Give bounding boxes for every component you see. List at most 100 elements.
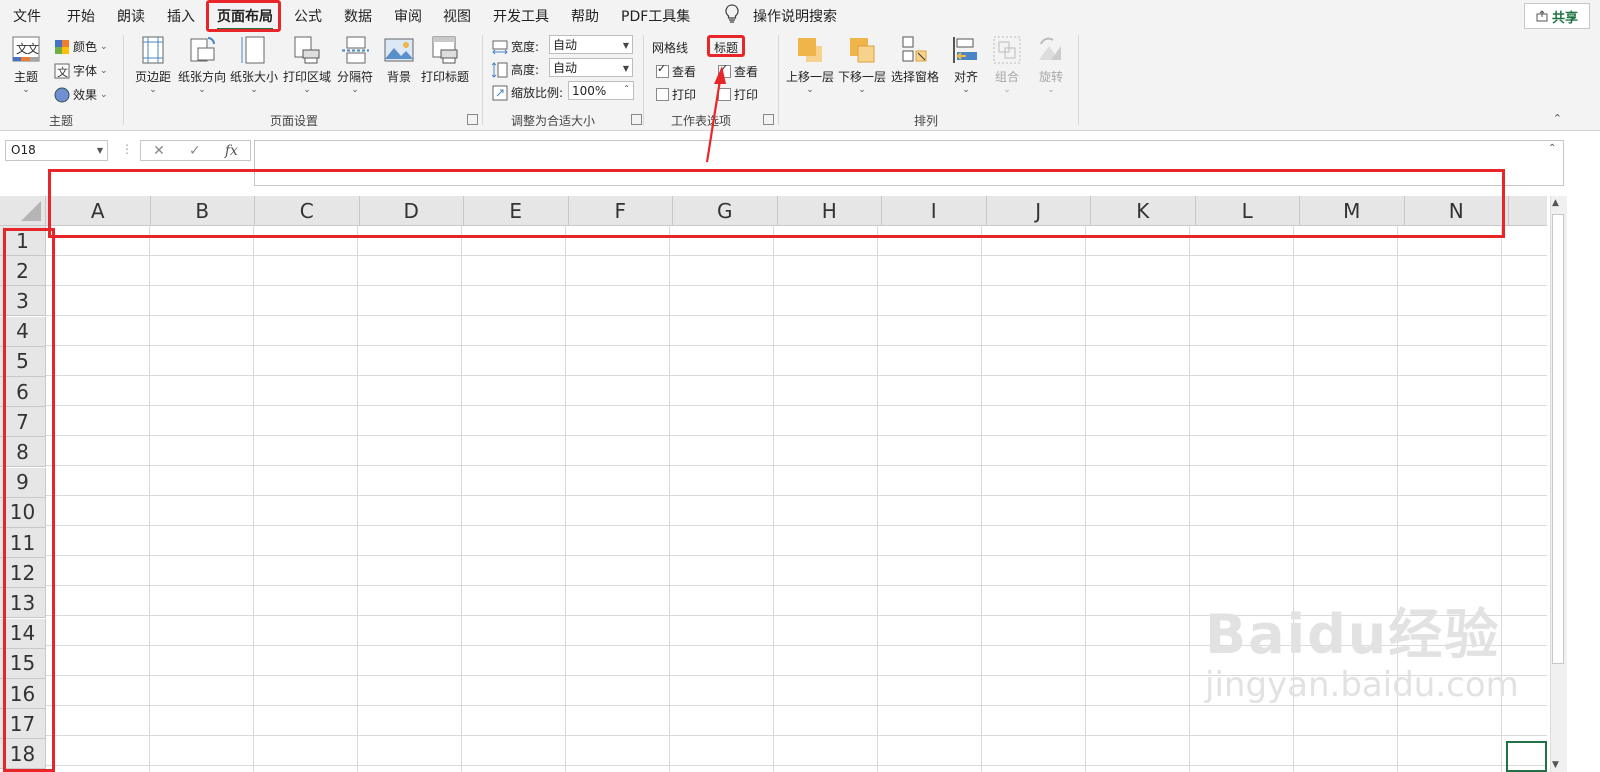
tab-read-aloud[interactable]: 朗读 <box>117 6 145 26</box>
scroll-up-icon[interactable]: ▲ <box>1552 198 1559 208</box>
colors-button[interactable]: 颜色 ⌄ <box>54 38 108 55</box>
row-header-8[interactable]: 8 <box>0 437 46 468</box>
tab-formulas[interactable]: 公式 <box>294 6 322 26</box>
bring-forward-label: 上移一层 <box>786 70 835 84</box>
send-backward-button[interactable]: 下移一层 ⌄ <box>838 34 886 95</box>
row-header-4[interactable]: 4 <box>0 316 46 347</box>
tab-pdf-tools[interactable]: PDF工具集 <box>621 6 690 26</box>
share-icon <box>1536 10 1548 22</box>
vertical-scrollbar[interactable]: ▲ ▼ <box>1547 196 1600 772</box>
row-header-5[interactable]: 5 <box>0 346 46 377</box>
scale-launcher-icon[interactable] <box>631 114 642 125</box>
tell-me-search[interactable]: 操作说明搜索 <box>753 6 837 26</box>
formula-input[interactable] <box>254 140 1564 186</box>
rotate-button[interactable]: 旋转 ⌄ <box>1035 34 1067 95</box>
row-header-2[interactable]: 2 <box>0 256 46 287</box>
selection-pane-icon <box>902 36 927 62</box>
width-select[interactable]: 自动 ▼ <box>549 35 633 54</box>
scale-spinner[interactable]: 100% ⌃ <box>568 81 634 100</box>
expand-formula-bar-icon[interactable]: ⌃ <box>1548 143 1556 154</box>
row-header-7[interactable]: 7 <box>0 407 46 438</box>
breaks-button[interactable]: 分隔符 ⌄ <box>337 34 373 95</box>
selection-pane-label: 选择窗格 <box>891 70 940 84</box>
tab-insert[interactable]: 插入 <box>167 6 195 26</box>
gridlines-heading: 网格线 <box>652 41 689 55</box>
bring-forward-icon <box>798 38 822 62</box>
size-button[interactable]: 纸张大小 ⌄ <box>230 34 278 95</box>
tab-page-layout[interactable]: 页面布局 <box>217 6 273 31</box>
orientation-button[interactable]: 纸张方向 ⌄ <box>178 34 226 95</box>
row-header-9[interactable]: 9 <box>0 467 46 498</box>
annotation-arrow-icon <box>705 66 726 163</box>
margins-button[interactable]: 页边距 ⌄ <box>135 34 171 95</box>
column-header-l[interactable]: L <box>1195 196 1300 226</box>
fonts-button[interactable]: 文 字体 ⌄ <box>54 62 108 79</box>
column-header-g[interactable]: G <box>673 196 778 226</box>
scroll-thumb[interactable] <box>1552 214 1564 664</box>
group-divider <box>123 35 124 125</box>
row-header-18[interactable]: 18 <box>0 739 46 770</box>
bring-forward-button[interactable]: 上移一层 ⌄ <box>786 34 834 95</box>
print-titles-button[interactable]: 打印标题 <box>421 34 469 85</box>
group-button[interactable]: 组合 ⌄ <box>991 34 1023 95</box>
formula-controls: ✕ ✓ fx <box>140 140 251 161</box>
column-header-a[interactable]: A <box>46 196 151 226</box>
column-header-i[interactable]: I <box>882 196 987 226</box>
row-header-12[interactable]: 12 <box>0 558 46 589</box>
scroll-down-icon[interactable]: ▼ <box>1552 760 1559 770</box>
insert-function-icon[interactable]: fx <box>225 143 238 159</box>
tab-file[interactable]: 文件 <box>13 6 41 26</box>
column-header-k[interactable]: K <box>1091 196 1196 226</box>
tab-view[interactable]: 视图 <box>443 6 471 26</box>
spin-up-icon[interactable]: ⌃ <box>623 79 630 98</box>
effects-icon <box>54 87 70 102</box>
column-header-n[interactable]: N <box>1404 196 1509 226</box>
column-header-d[interactable]: D <box>359 196 464 226</box>
print-area-button[interactable]: 打印区域 ⌄ <box>283 34 331 95</box>
themes-button[interactable]: 文文 主题 ⌄ <box>10 34 42 95</box>
column-header-c[interactable]: C <box>255 196 360 226</box>
width-text: 宽度: <box>511 40 540 54</box>
tab-developer[interactable]: 开发工具 <box>493 6 549 26</box>
column-header-overflow[interactable] <box>1509 196 1547 226</box>
column-header-e[interactable]: E <box>464 196 569 226</box>
row-header-11[interactable]: 11 <box>0 528 46 558</box>
group-divider <box>1078 35 1079 125</box>
column-header-j[interactable]: J <box>986 196 1091 226</box>
collapse-ribbon-icon[interactable]: ⌃ <box>1553 112 1562 125</box>
row-header-16[interactable]: 16 <box>0 679 46 709</box>
row-header-15[interactable]: 15 <box>0 648 46 679</box>
align-button[interactable]: 对齐 ⌄ <box>950 34 982 95</box>
width-value: 自动 <box>553 38 578 52</box>
background-button[interactable]: 背景 <box>383 34 415 85</box>
select-all-button[interactable] <box>0 196 46 226</box>
tab-home[interactable]: 开始 <box>67 6 95 26</box>
enter-icon[interactable]: ✓ <box>189 143 201 159</box>
row-header-10[interactable]: 10 <box>0 497 46 528</box>
effects-button[interactable]: 效果 ⌄ <box>54 86 108 103</box>
selection-pane-button[interactable]: 选择窗格 <box>891 34 939 85</box>
row-header-1[interactable]: 1 <box>0 226 46 256</box>
sheet-options-launcher-icon[interactable] <box>763 114 774 125</box>
row-header-14[interactable]: 14 <box>0 618 46 649</box>
column-header-b[interactable]: B <box>150 196 255 226</box>
active-cell[interactable] <box>1506 741 1547 772</box>
name-box[interactable]: O18 ▼ <box>5 140 108 161</box>
column-header-m[interactable]: M <box>1300 196 1405 226</box>
splitter-dots-icon[interactable]: ⋮ <box>121 142 133 156</box>
height-select[interactable]: 自动 ▼ <box>549 58 633 77</box>
cancel-icon[interactable]: ✕ <box>153 143 165 159</box>
tab-data[interactable]: 数据 <box>344 6 372 26</box>
share-button[interactable]: 共享 <box>1524 3 1590 29</box>
tab-help[interactable]: 帮助 <box>571 6 599 26</box>
page-setup-launcher-icon[interactable] <box>467 114 478 125</box>
row-header-13[interactable]: 13 <box>0 588 46 619</box>
row-header-3[interactable]: 3 <box>0 286 46 317</box>
row-header-6[interactable]: 6 <box>0 377 46 407</box>
tab-review[interactable]: 审阅 <box>394 6 422 26</box>
column-header-f[interactable]: F <box>568 196 673 226</box>
row-header-17[interactable]: 17 <box>0 709 46 740</box>
group-divider <box>778 35 779 125</box>
checkbox-unchecked-icon <box>656 88 669 101</box>
column-header-h[interactable]: H <box>777 196 882 226</box>
